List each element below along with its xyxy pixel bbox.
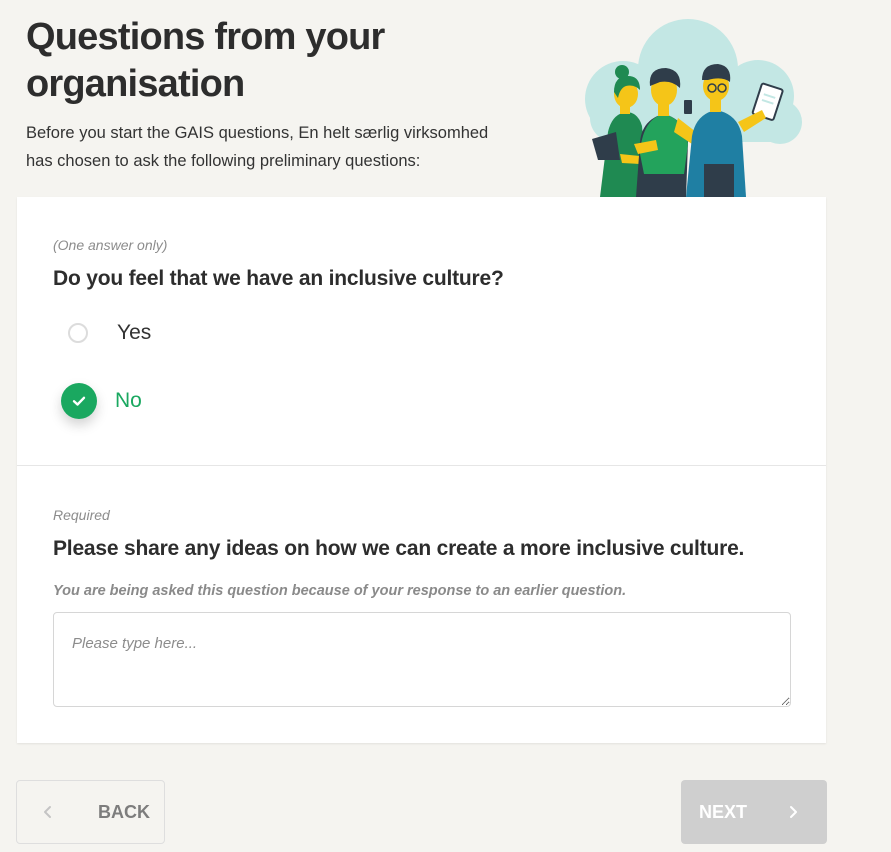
option-no[interactable]: No: [61, 383, 142, 419]
back-button-label: BACK: [98, 801, 150, 822]
question-ideas: Please share any ideas on how we can cre…: [53, 537, 745, 560]
questions-card: (One answer only) Do you feel that we ha…: [17, 197, 826, 743]
required-hint: Required: [53, 507, 110, 523]
radio-unchecked-icon[interactable]: [68, 323, 88, 343]
chevron-right-icon: [790, 806, 798, 818]
check-icon: [72, 396, 86, 406]
radio-checked[interactable]: [61, 383, 97, 419]
option-no-label: No: [115, 389, 142, 412]
conditional-note: You are being asked this question becaus…: [53, 583, 627, 599]
survey-page: Questions from your organisation Before …: [0, 0, 891, 852]
back-button[interactable]: BACK: [16, 780, 165, 844]
answer-hint: (One answer only): [53, 237, 168, 253]
question-inclusive-culture: Do you feel that we have an inclusive cu…: [53, 267, 504, 290]
chevron-left-icon: [44, 806, 51, 818]
section-divider: [17, 465, 826, 466]
intro-line-2: has chosen to ask the following prelimin…: [26, 152, 421, 170]
ideas-textarea[interactable]: [53, 612, 791, 707]
page-title: Questions from your organisation: [26, 16, 385, 105]
intro-text: Before you start the GAIS questions, En …: [26, 119, 536, 175]
next-button-label: NEXT: [699, 801, 748, 822]
intro-line-1: Before you start the GAIS questions, En …: [26, 124, 489, 142]
people-illustration: [585, 19, 802, 197]
option-yes-label: Yes: [117, 321, 152, 344]
next-button[interactable]: NEXT: [681, 780, 827, 844]
option-yes[interactable]: Yes: [61, 315, 151, 351]
